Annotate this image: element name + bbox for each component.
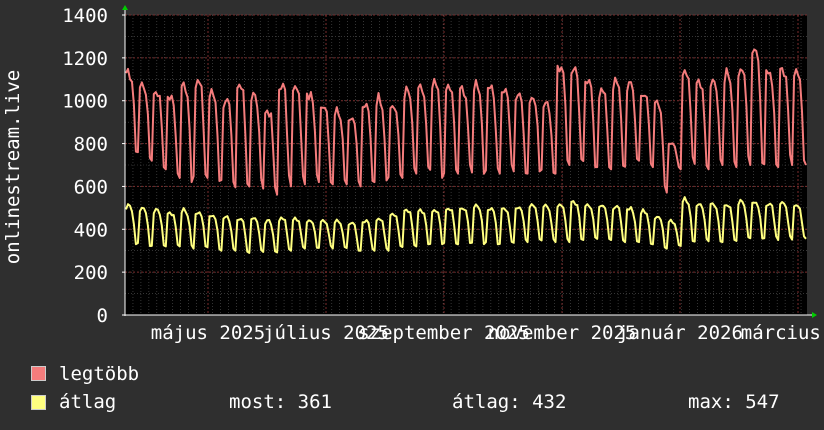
chart: 0200400600800100012001400május 2025júliu… — [2, 5, 824, 344]
legend-label-legtobb: legtöbb — [59, 363, 140, 385]
x-tick-label: május 2025 — [151, 322, 265, 344]
y-axis-label: onlinestream.live — [2, 70, 24, 264]
stat-atlag: átlag: 432 — [452, 391, 567, 413]
stat-most: most: 361 — [229, 391, 332, 413]
y-tick-label: 200 — [74, 262, 108, 284]
x-axis-arrow — [812, 312, 817, 318]
y-tick-label: 1000 — [62, 91, 108, 113]
y-tick-label: 1200 — [62, 48, 108, 70]
y-axis-arrow — [122, 5, 128, 10]
legend-swatch-atlag — [31, 395, 46, 410]
y-tick-label: 600 — [74, 176, 108, 198]
x-tick-label: január 2026 — [617, 322, 743, 344]
y-tick-label: 800 — [74, 134, 108, 156]
y-tick-label: 400 — [74, 219, 108, 241]
stat-max: max: 547 — [688, 391, 780, 413]
legend-label-atlag: átlag — [59, 391, 117, 413]
y-tick-label: 1400 — [62, 5, 108, 27]
y-tick-label: 0 — [97, 305, 108, 327]
legend-swatch-legtobb — [31, 366, 46, 381]
x-tick-label: november 2025 — [488, 322, 637, 344]
x-tick-label: március 20 — [741, 322, 824, 344]
